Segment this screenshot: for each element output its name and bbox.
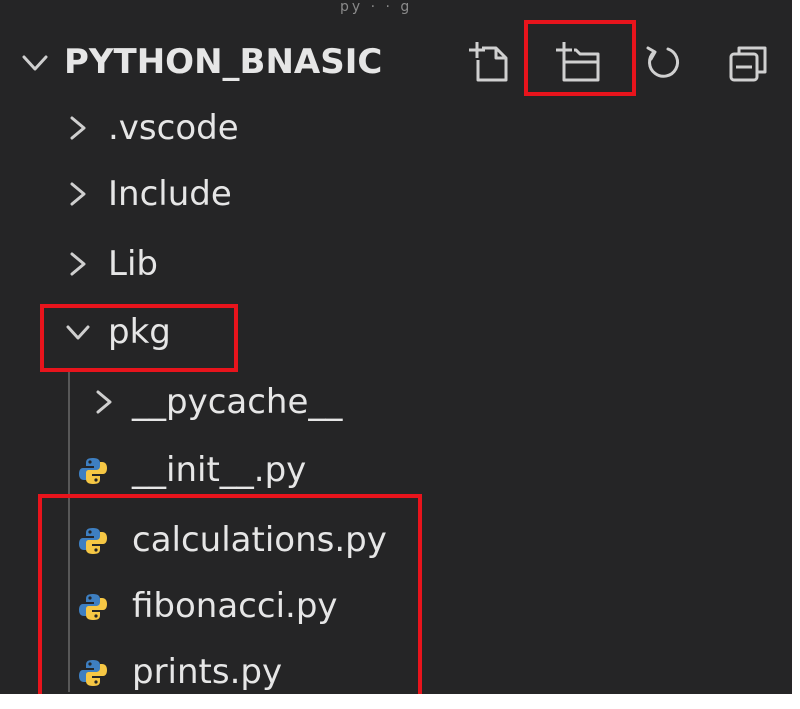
- tree-item-label: fibonacci.py: [132, 586, 338, 626]
- refresh-button[interactable]: [638, 38, 688, 86]
- tree-item-label: __init__.py: [132, 450, 307, 490]
- python-file-icon: [79, 660, 107, 686]
- tree-item-init-py[interactable]: __init__.py: [0, 436, 792, 504]
- refresh-icon: [646, 46, 679, 78]
- new-file-icon: [469, 42, 508, 82]
- chevron-right-icon: [70, 252, 86, 276]
- new-folder-icon: [556, 42, 600, 82]
- tree-item-pkg[interactable]: pkg: [0, 298, 792, 366]
- python-file-icon: [79, 528, 107, 554]
- tree-item-prints-py[interactable]: prints.py: [0, 638, 792, 694]
- tree-item-pycache[interactable]: __pycache__: [0, 368, 792, 436]
- explorer-header[interactable]: PYTHON_BNASIC: [0, 30, 792, 94]
- python-file-icon: [79, 594, 107, 620]
- window-title-fragment: py · · g: [340, 0, 413, 14]
- tree-item-label: .vscode: [108, 108, 239, 148]
- tree-item-fibonacci-py[interactable]: fibonacci.py: [0, 572, 792, 640]
- tree-item-lib[interactable]: Lib: [0, 230, 792, 298]
- chevron-right-icon: [70, 116, 86, 140]
- tree-item-label: calculations.py: [132, 520, 387, 560]
- tree-item-label: pkg: [108, 312, 171, 352]
- chevron-down-icon: [22, 55, 48, 71]
- chevron-right-icon: [96, 390, 112, 414]
- tree-item-label: prints.py: [132, 652, 283, 692]
- chevron-down-icon: [66, 325, 90, 340]
- tree-item-label: Include: [108, 174, 232, 214]
- python-file-icon: [79, 458, 107, 484]
- collapse-all-icon: [729, 46, 767, 82]
- tree-item-calculations-py[interactable]: calculations.py: [0, 506, 792, 574]
- chevron-right-icon: [70, 182, 86, 206]
- tree-item-label: __pycache__: [132, 382, 343, 422]
- tree-item-include[interactable]: Include: [0, 160, 792, 228]
- collapse-all-button[interactable]: [724, 38, 774, 86]
- new-file-button[interactable]: [466, 38, 516, 86]
- folder-title: PYTHON_BNASIC: [64, 42, 383, 82]
- explorer-panel: py · · g PYTHON_BNASIC .vscode Include L…: [0, 0, 792, 694]
- tree-item-label: Lib: [108, 244, 158, 284]
- tree-item-vscode[interactable]: .vscode: [0, 94, 792, 162]
- new-folder-button[interactable]: [554, 38, 604, 86]
